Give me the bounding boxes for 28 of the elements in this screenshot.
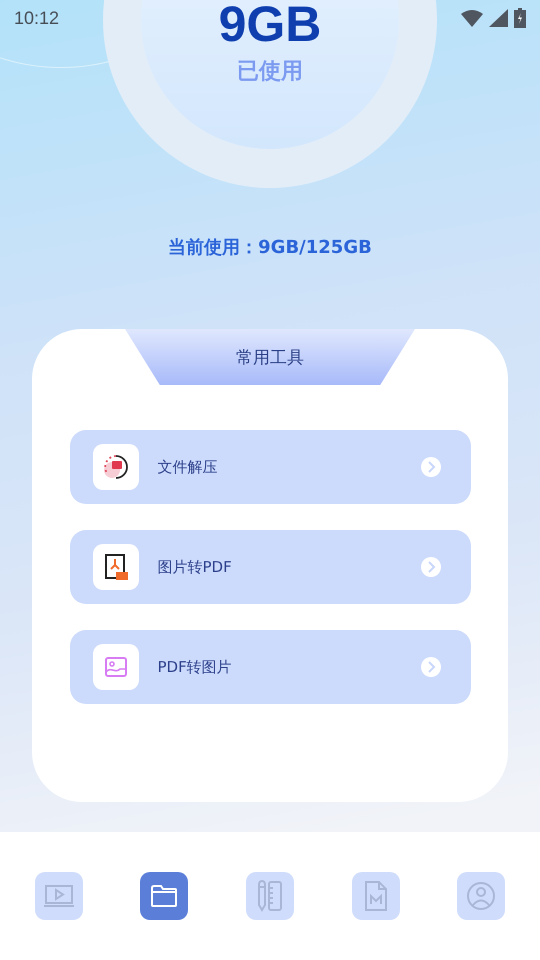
laptop-play-icon <box>42 883 75 909</box>
card-title: 常用工具 <box>125 329 415 385</box>
nav-tab[interactable] <box>352 872 400 920</box>
pencil-ruler-icon <box>256 879 284 913</box>
tool-item[interactable]: 文件解压 <box>70 430 470 504</box>
tool-label: 文件解压 <box>158 458 218 476</box>
used-amount: 9GB <box>218 0 322 48</box>
tool-label: PDF转图片 <box>158 658 233 676</box>
image-icon <box>102 654 128 680</box>
document-icon <box>364 880 388 912</box>
wifi-icon <box>461 9 483 27</box>
used-caption: 已使用 <box>237 58 303 86</box>
nav-tab[interactable] <box>457 872 506 920</box>
chevron-icon <box>420 657 440 677</box>
tool-item[interactable]: PDF转图片 <box>70 630 470 704</box>
chevron-icon <box>420 457 440 477</box>
chevron-icon <box>420 557 440 577</box>
nav-tab[interactable] <box>246 872 294 920</box>
folder-icon <box>150 884 178 908</box>
status-time: 10:12 <box>14 8 60 28</box>
user-icon <box>466 881 496 911</box>
battery-icon <box>514 8 526 28</box>
tool-label: 图片转PDF <box>158 558 233 576</box>
tool-item[interactable]: 图片转PDF <box>70 530 470 604</box>
nav-tab[interactable] <box>34 872 83 920</box>
signal-icon <box>489 9 508 27</box>
nav-tab[interactable] <box>140 872 188 920</box>
storage-summary: 当前使用：9GB/125GB <box>167 236 373 259</box>
